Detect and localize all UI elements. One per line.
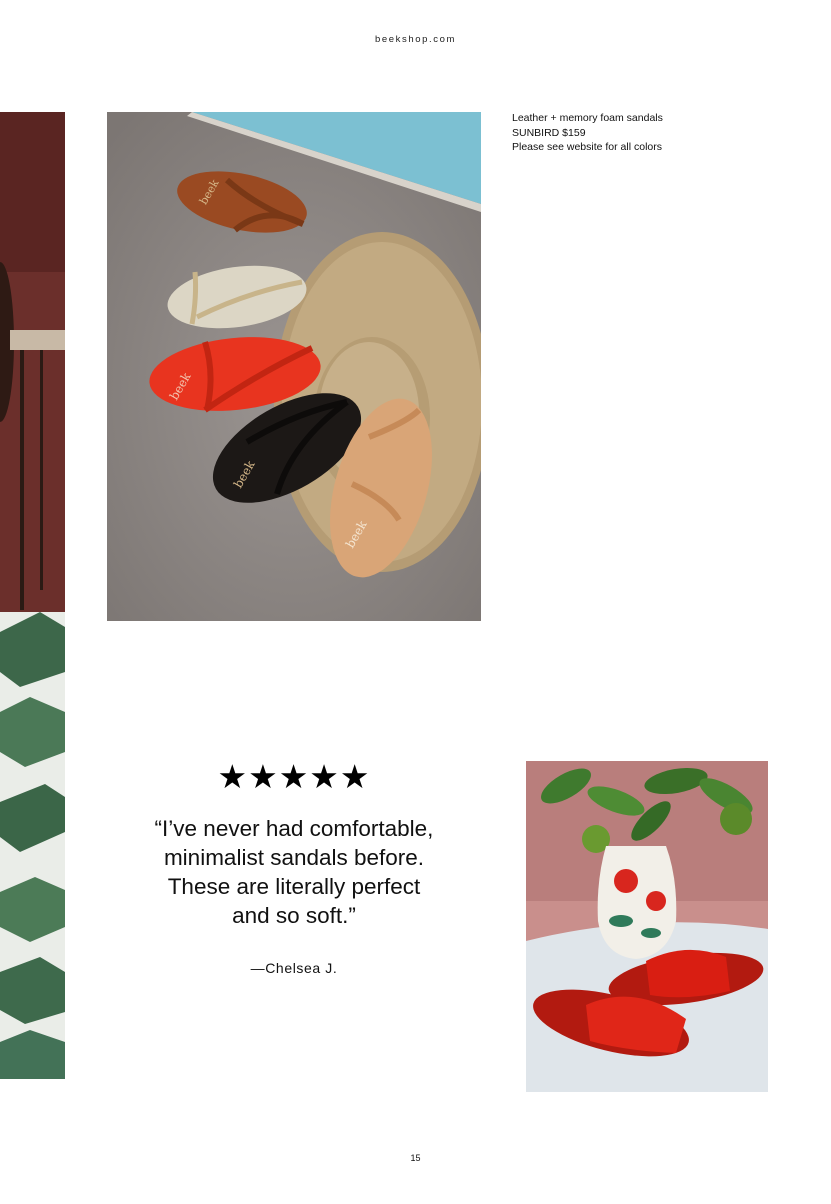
product-description: Leather + memory foam sandals: [512, 112, 663, 124]
review-quote-line: “I’ve never had comfortable,: [154, 816, 434, 841]
customer-review: ★★★★★ “I’ve never had comfortable, minim…: [107, 758, 481, 976]
review-quote-line: These are literally perfect: [167, 874, 421, 899]
review-author: —Chelsea J.: [250, 960, 338, 976]
review-quote: “I’ve never had comfortable, minimalist …: [107, 814, 481, 930]
sandals-product-photo: beek beek beek beek: [107, 112, 481, 621]
five-star-rating: ★★★★★: [217, 758, 371, 795]
product-info: Leather + memory foam sandals SUNBIRD $1…: [512, 111, 712, 155]
review-quote-line: minimalist sandals before.: [163, 845, 425, 870]
product-name-price: SUNBIRD $159: [512, 126, 586, 139]
review-quote-line: and so soft.”: [232, 903, 356, 928]
site-url: beekshop.com: [375, 34, 456, 45]
product-colors-note: Please see website for all colors: [512, 141, 662, 153]
left-lifestyle-photo: [0, 112, 65, 1079]
page-number: 15: [410, 1153, 421, 1163]
red-slides-photo: [526, 761, 768, 1092]
